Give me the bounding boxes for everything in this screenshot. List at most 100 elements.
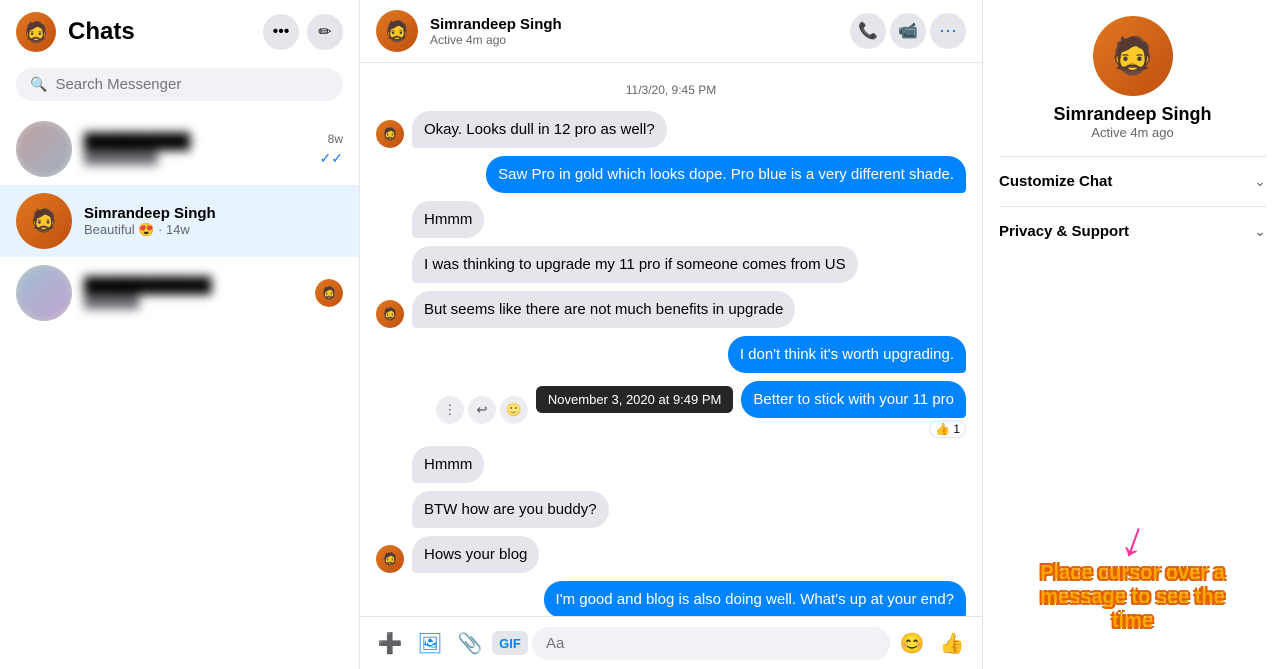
like-button[interactable]: 👍	[934, 625, 970, 661]
message-row: BTW how are you buddy?	[376, 491, 966, 528]
chat-info: ████████████ ██████	[84, 277, 343, 309]
message-bubble: Saw Pro in gold which looks dope. Pro bl…	[486, 156, 966, 193]
search-input[interactable]	[55, 76, 329, 93]
image-icon: 🖼	[417, 631, 442, 656]
chat-time: 8w	[328, 132, 343, 146]
message-avatar: 🧔	[376, 120, 404, 148]
chat-thumbnail	[16, 121, 72, 177]
messages-area: 11/3/20, 9:45 PM 🧔 Okay. Looks dull in 1…	[360, 63, 982, 616]
chevron-down-icon: ⌄	[1254, 173, 1266, 190]
emoji-button[interactable]: 😊	[894, 625, 930, 661]
image-button[interactable]: 🖼	[412, 625, 448, 661]
compose-icon: ✏	[318, 22, 331, 42]
privacy-support-header[interactable]: Privacy & Support ⌄	[999, 219, 1266, 244]
message-row: I was thinking to upgrade my 11 pro if s…	[376, 246, 966, 283]
customize-chat-label: Customize Chat	[999, 173, 1112, 190]
list-item[interactable]: ██████████ ████████ 8w ✓✓	[0, 113, 359, 185]
attachment-icon: 📎	[458, 631, 483, 656]
message-row: Hmmm	[376, 201, 966, 238]
message-avatar: 🧔	[376, 300, 404, 328]
gif-button[interactable]: GIF	[492, 631, 528, 655]
chat-info: ██████████ ████████	[84, 133, 308, 165]
chat-meta: 8w ✓✓	[320, 132, 343, 167]
header-info: Simrandeep Singh Active 4m ago	[430, 16, 838, 47]
user-avatar: 🧔	[16, 12, 56, 52]
emoji-icon: 😊	[900, 631, 925, 656]
customize-chat-section: Customize Chat ⌄	[999, 156, 1266, 206]
date-divider: 11/3/20, 9:45 PM	[376, 83, 966, 97]
message-bubble: I was thinking to upgrade my 11 pro if s…	[412, 246, 858, 283]
add-button[interactable]: ➕	[372, 625, 408, 661]
more-icon: •••	[273, 23, 290, 41]
privacy-support-label: Privacy & Support	[999, 223, 1129, 240]
chat-info: Simrandeep Singh Beautiful 😍 · 14w	[84, 205, 343, 238]
annotation-text: Place cursor over a message to see the t…	[1033, 561, 1233, 633]
header-actions: 📞 📹 ⋯	[850, 13, 966, 49]
reaction-badge: 👍 1	[929, 420, 966, 438]
video-call-button[interactable]: 📹	[890, 13, 926, 49]
message-row: 🧔 But seems like there are not much bene…	[376, 291, 966, 328]
call-button[interactable]: 📞	[850, 13, 886, 49]
profile-avatar: 🧔	[1093, 16, 1173, 96]
attachment-button[interactable]: 📎	[452, 625, 488, 661]
search-bar: 🔍	[0, 64, 359, 113]
message-bubble: Hmmm	[412, 201, 484, 238]
message-row: Hmmm	[376, 446, 966, 483]
sidebar: 🧔 Chats ••• ✏ 🔍 ██████████ ████████	[0, 0, 360, 669]
chat-thumbnail: 🧔	[16, 193, 72, 249]
customize-chat-header[interactable]: Customize Chat ⌄	[999, 169, 1266, 194]
react-btn[interactable]: 🙂	[500, 396, 528, 424]
compose-button[interactable]: ✏	[307, 14, 343, 50]
header-contact-status: Active 4m ago	[430, 33, 838, 47]
video-icon: 📹	[898, 21, 918, 41]
annotation-arrow: ↑	[1112, 518, 1153, 574]
chat-preview: Beautiful 😍 · 14w	[84, 222, 343, 238]
profile-status: Active 4m ago	[1091, 125, 1173, 140]
gif-icon: GIF	[499, 636, 521, 651]
check-icon: ✓✓	[320, 150, 343, 167]
list-item[interactable]: 🧔 Simrandeep Singh Beautiful 😍 · 14w	[0, 185, 359, 257]
message-bubble: I'm good and blog is also doing well. Wh…	[544, 581, 966, 616]
more-button[interactable]: •••	[263, 14, 299, 50]
phone-icon: 📞	[858, 21, 878, 41]
search-input-wrap: 🔍	[16, 68, 343, 101]
message-tooltip: November 3, 2020 at 9:49 PM	[536, 386, 733, 413]
message-bubble: Hows your blog	[412, 536, 539, 573]
message-row: ⋮ ↩ 🙂 November 3, 2020 at 9:49 PM Better…	[376, 381, 966, 438]
message-bubble: But seems like there are not much benefi…	[412, 291, 795, 328]
message-row: 🧔 Hows your blog	[376, 536, 966, 573]
message-input[interactable]	[532, 627, 890, 660]
message-bubble: Hmmm	[412, 446, 484, 483]
message-row: 🧔 Okay. Looks dull in 12 pro as well?	[376, 111, 966, 148]
input-bar: ➕ 🖼 📎 GIF 😊 👍	[360, 616, 982, 669]
contact-name: Simrandeep Singh	[84, 205, 343, 222]
message-actions: ⋮ ↩ 🙂	[436, 396, 528, 424]
message-row: I'm good and blog is also doing well. Wh…	[376, 581, 966, 616]
reply-btn[interactable]: ↩	[468, 396, 496, 424]
message-bubble: BTW how are you buddy?	[412, 491, 609, 528]
more-message-btn[interactable]: ⋮	[436, 396, 464, 424]
message-bubble: I don't think it's worth upgrading.	[728, 336, 966, 373]
sidebar-header: 🧔 Chats ••• ✏	[0, 0, 359, 64]
message-bubble: Better to stick with your 11 pro	[741, 381, 966, 418]
message-bubble: Okay. Looks dull in 12 pro as well?	[412, 111, 667, 148]
right-panel: 🧔 Simrandeep Singh Active 4m ago Customi…	[982, 0, 1282, 669]
profile-name: Simrandeep Singh	[1053, 104, 1211, 125]
info-button[interactable]: ⋯	[930, 13, 966, 49]
message-avatar: 🧔	[376, 545, 404, 573]
online-indicator	[62, 239, 72, 249]
chat-header: 🧔 Simrandeep Singh Active 4m ago 📞 📹 ⋯	[360, 0, 982, 63]
header-avatar: 🧔	[376, 10, 418, 52]
chevron-down-icon: ⌄	[1254, 223, 1266, 240]
chat-thumbnail	[16, 265, 72, 321]
sidebar-icons: ••• ✏	[263, 14, 343, 50]
message-row: Saw Pro in gold which looks dope. Pro bl…	[376, 156, 966, 193]
message-row: I don't think it's worth upgrading.	[376, 336, 966, 373]
plus-icon: ➕	[378, 631, 403, 656]
header-contact-name: Simrandeep Singh	[430, 16, 838, 33]
sidebar-title: Chats	[68, 18, 251, 46]
list-item[interactable]: ████████████ ██████ 🧔	[0, 257, 359, 329]
thumbs-up-icon: 👍	[940, 631, 965, 656]
chat-main: 🧔 Simrandeep Singh Active 4m ago 📞 📹 ⋯ 1…	[360, 0, 982, 669]
search-icon: 🔍	[30, 76, 47, 93]
